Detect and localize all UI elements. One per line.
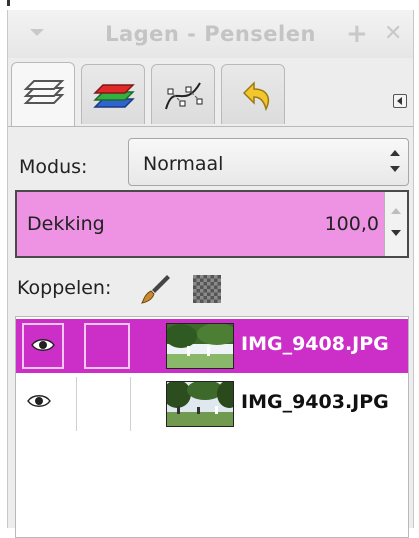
- tab-layers[interactable]: [11, 62, 75, 126]
- eye-icon: [31, 339, 55, 351]
- tab-menu-button[interactable]: [393, 94, 407, 108]
- visibility-toggle[interactable]: [16, 377, 66, 431]
- tab-undo-history[interactable]: [221, 64, 285, 124]
- opacity-stepper[interactable]: [384, 192, 407, 256]
- select-arrows-icon: [390, 148, 400, 176]
- eye-icon: [27, 395, 51, 407]
- tab-paths[interactable]: [151, 64, 215, 124]
- chain-toggle[interactable]: [84, 323, 130, 369]
- opacity-value: 100,0: [324, 213, 379, 235]
- paths-icon: [165, 82, 203, 110]
- spin-up-icon[interactable]: [391, 208, 401, 214]
- tab-divider: [8, 126, 413, 127]
- tab-channels[interactable]: [81, 64, 145, 124]
- lock-alpha-checker-icon[interactable]: [193, 275, 221, 303]
- spin-down-icon[interactable]: [391, 230, 401, 236]
- thumbnail-image: [167, 324, 233, 368]
- dock-tabbar: [8, 62, 413, 126]
- layer-name[interactable]: IMG_9403.JPG: [241, 391, 389, 413]
- layers-dock: Lagen - Penselen + ✕ Modus: Normaal Dekk…: [7, 10, 414, 538]
- lock-pixels-brush-icon[interactable]: [139, 272, 173, 306]
- visibility-toggle[interactable]: [22, 323, 64, 369]
- dock-titlebar[interactable]: Lagen - Penselen + ✕: [8, 10, 413, 58]
- layers-list: IMG_9408.JPG IMG_9403.JPG: [15, 316, 409, 538]
- undo-history-icon: [242, 81, 270, 112]
- close-icon[interactable]: ✕: [384, 21, 402, 46]
- opacity-label: Dekking: [27, 213, 105, 235]
- layers-icon: [23, 80, 65, 104]
- layer-name[interactable]: IMG_9408.JPG: [241, 333, 389, 355]
- layer-row[interactable]: IMG_9408.JPG: [16, 319, 408, 373]
- layer-thumbnail: [166, 381, 234, 427]
- add-dockable-icon[interactable]: +: [346, 19, 368, 49]
- opacity-spin-scale[interactable]: Dekking 100,0: [15, 190, 409, 258]
- thumbnail-image: [167, 382, 233, 426]
- channels-icon: [93, 84, 135, 108]
- layer-row[interactable]: IMG_9403.JPG: [16, 377, 408, 431]
- mode-value: Normaal: [143, 153, 224, 175]
- mode-select[interactable]: Normaal: [128, 138, 409, 186]
- chain-toggle[interactable]: [68, 377, 130, 431]
- layer-thumbnail: [166, 323, 234, 369]
- mode-label: Modus:: [19, 156, 88, 178]
- lock-label: Koppelen:: [17, 277, 112, 299]
- column-separator: [130, 377, 131, 431]
- window-corner-mark: [7, 0, 10, 6]
